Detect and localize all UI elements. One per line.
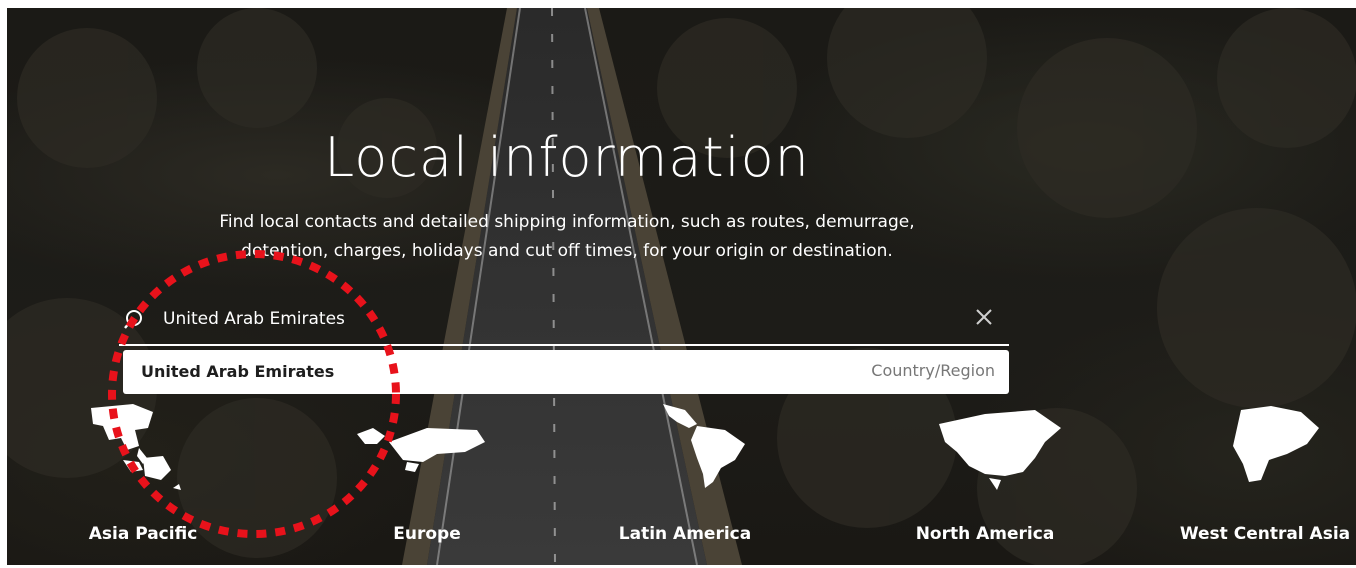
close-icon[interactable] xyxy=(973,306,995,328)
region-label: West Central Asia xyxy=(1179,524,1351,544)
latin-america-map-icon xyxy=(663,404,745,488)
location-search xyxy=(119,296,1009,346)
subtitle-line-2: detention, charges, holidays and cut off… xyxy=(241,241,893,261)
region-asia-pacific[interactable]: Asia Pacific xyxy=(43,398,243,558)
suggestion-name: United Arab Emirates xyxy=(141,362,335,381)
page-title: Local information xyxy=(324,126,810,189)
region-label: Asia Pacific xyxy=(88,524,198,544)
north-america-map-icon xyxy=(939,410,1061,490)
region-europe[interactable]: Europe xyxy=(327,398,527,558)
asia-pacific-map-icon xyxy=(91,404,181,490)
region-label: Latin America xyxy=(618,524,752,544)
hero-banner: Local information Find local contacts an… xyxy=(7,8,1356,565)
region-latin-america[interactable]: Latin America xyxy=(585,398,785,558)
region-north-america[interactable]: North America xyxy=(885,398,1085,558)
west-central-asia-map-icon xyxy=(1233,406,1319,482)
region-list: Asia Pacific Europe Latin America North … xyxy=(7,398,1356,558)
search-icon xyxy=(124,310,142,329)
region-label: Europe xyxy=(393,524,461,544)
subtitle-line-1: Find local contacts and detailed shippin… xyxy=(219,212,915,232)
page-subtitle: Find local contacts and detailed shippin… xyxy=(107,208,1027,266)
suggestion-item[interactable]: United Arab Emirates Country/Region xyxy=(123,350,1009,394)
europe-map-icon xyxy=(357,428,485,472)
suggestion-type: Country/Region xyxy=(871,361,995,380)
region-label: North America xyxy=(915,524,1055,544)
region-west-central-asia[interactable]: West Central Asia xyxy=(1165,398,1356,558)
search-input[interactable] xyxy=(163,306,943,332)
